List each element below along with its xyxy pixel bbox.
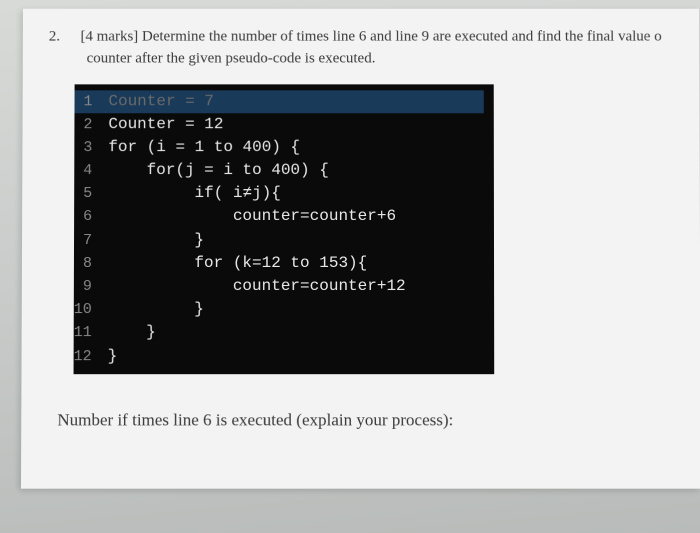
code-text: for (i = 1 to 400) { (108, 136, 300, 159)
code-text: counter=counter+6 (108, 205, 396, 228)
line-number: 4 (74, 160, 108, 182)
code-line: 1 Counter = 7 (74, 90, 483, 113)
line-number: 10 (74, 299, 108, 321)
code-line: 6 counter=counter+6 (74, 205, 484, 228)
question-block: 2. [4 marks] Determine the number of tim… (49, 27, 700, 70)
line-number: 5 (74, 183, 108, 205)
code-text: counter=counter+12 (108, 275, 406, 298)
code-text: if( i≠j){ (108, 182, 281, 205)
line-number: 3 (74, 137, 108, 159)
code-line: 5 if( i≠j){ (74, 182, 484, 205)
line-number: 2 (74, 114, 108, 136)
line-number: 6 (74, 206, 108, 228)
code-line: 4 for(j = i to 400) { (74, 159, 484, 182)
code-line: 7 } (74, 229, 484, 252)
answer-prompt: Number if times line 6 is executed (expl… (57, 410, 700, 430)
code-line: 12 } (74, 345, 485, 368)
code-line: 2 Counter = 12 (74, 113, 483, 136)
code-text: } (108, 321, 156, 344)
code-text: } (108, 229, 204, 252)
line-number: 8 (74, 253, 108, 275)
question-number: 2. (49, 27, 77, 49)
code-line: 8 for (k=12 to 153){ (74, 252, 484, 275)
code-line: 10 } (74, 298, 484, 321)
code-line: 11 } (74, 321, 484, 344)
code-text: Counter = 7 (108, 90, 213, 113)
line-number: 12 (74, 346, 108, 368)
question-text-1: [4 marks] Determine the number of times … (80, 29, 661, 45)
code-block: 1 Counter = 7 2 Counter = 12 3 for (i = … (74, 84, 495, 374)
code-text: } (108, 345, 118, 368)
code-text: } (108, 298, 204, 321)
line-number: 11 (74, 322, 108, 344)
code-line: 3 for (i = 1 to 400) { (74, 136, 484, 159)
page-content: 2. [4 marks] Determine the number of tim… (21, 9, 700, 489)
line-number: 7 (74, 230, 108, 252)
question-text-2: counter after the given pseudo-code is e… (87, 48, 700, 70)
code-text: for (k=12 to 153){ (108, 252, 367, 275)
code-text: Counter = 12 (108, 113, 223, 136)
line-number: 1 (74, 91, 108, 113)
code-line: 9 counter=counter+12 (74, 275, 484, 298)
line-number: 9 (74, 276, 108, 298)
code-text: for(j = i to 400) { (108, 159, 329, 182)
